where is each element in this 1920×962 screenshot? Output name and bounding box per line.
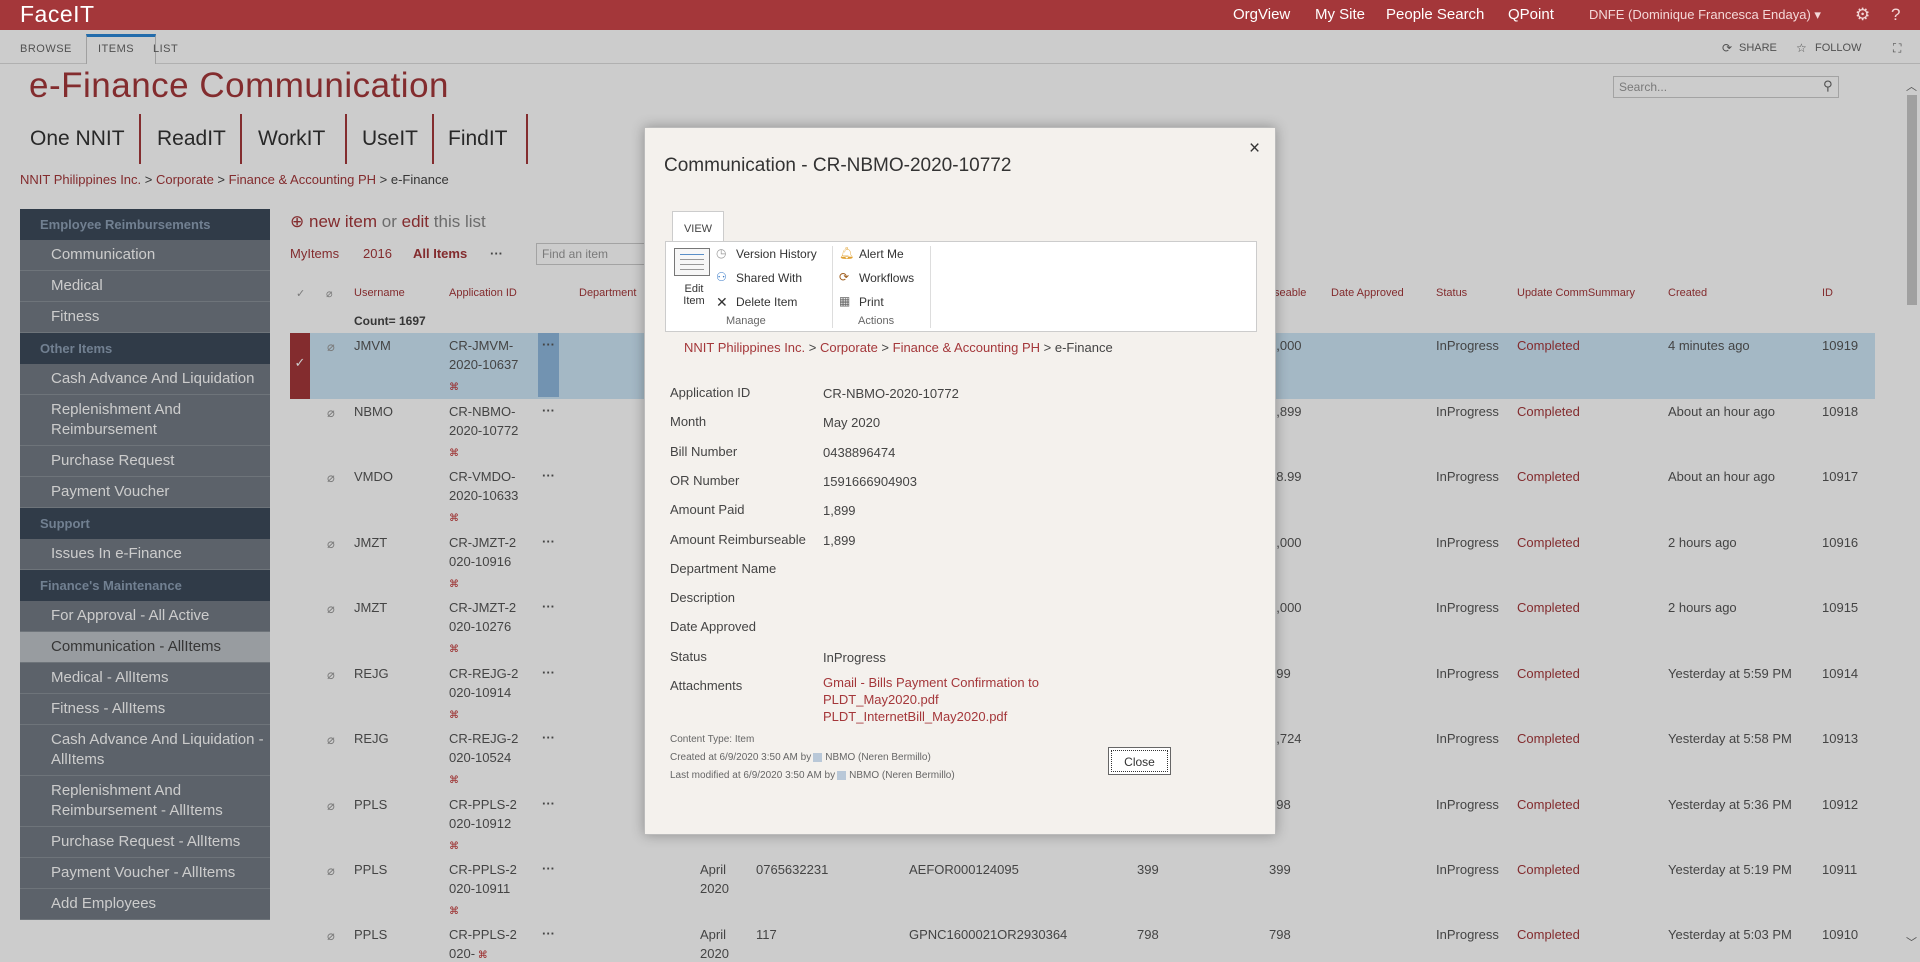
item-dialog: Communication - CR-NBMO-2020-10772 × VIE… xyxy=(644,127,1276,835)
user-menu[interactable]: DNFE (Dominique Francesca Endaya) ▾ xyxy=(1589,7,1821,23)
field-value: InProgress xyxy=(823,650,886,665)
workflows-button[interactable]: Workflows xyxy=(859,271,914,285)
field-value: 1,899 xyxy=(823,503,856,518)
delete-icon: ✕ xyxy=(716,294,728,310)
tab-view[interactable]: VIEW xyxy=(672,211,724,242)
shared-with-icon: ⚇ xyxy=(716,270,727,284)
field-label: Application ID xyxy=(670,385,751,400)
brand-logo[interactable]: FaceIT xyxy=(20,1,95,28)
ribbon-separator xyxy=(930,246,931,328)
field-value: CR-NBMO-2020-10772 xyxy=(823,386,959,401)
field-label: Status xyxy=(670,649,707,664)
edit-item-icon[interactable] xyxy=(674,248,710,276)
help-icon[interactable]: ? xyxy=(1891,5,1900,25)
attachment-link[interactable]: Gmail - Bills Payment Confirmation to PL… xyxy=(823,674,1083,708)
field-label: Amount Reimburseable xyxy=(670,532,806,547)
alert-me-button[interactable]: Alert Me xyxy=(859,247,904,261)
breadcrumb-link[interactable]: NNIT Philippines Inc. xyxy=(684,340,805,355)
user-presence-icon xyxy=(837,770,847,780)
modified-info: Last modified at 6/9/2020 3:50 AM by NBMO… xyxy=(670,770,955,781)
alert-bell-icon: 🔔︎ xyxy=(839,246,855,260)
qpoint-link[interactable]: QPoint xyxy=(1508,6,1554,23)
user-presence-icon xyxy=(813,752,823,762)
version-history-button[interactable]: Version History xyxy=(736,247,817,261)
field-label: Amount Paid xyxy=(670,502,745,517)
field-label: Description xyxy=(670,590,736,605)
created-by-user[interactable]: NBMO (Neren Bermillo) xyxy=(825,752,931,763)
field-label: Date Approved xyxy=(670,619,757,634)
created-info: Created at 6/9/2020 3:50 AM by NBMO (Nere… xyxy=(670,752,931,763)
actions-group-label: Actions xyxy=(858,315,895,327)
my-site-link[interactable]: My Site xyxy=(1315,6,1365,23)
breadcrumb-link[interactable]: Finance & Accounting PH xyxy=(893,340,1040,355)
print-button[interactable]: Print xyxy=(859,295,884,309)
field-value: 1,899 xyxy=(823,533,856,548)
dialog-title: Communication - CR-NBMO-2020-10772 xyxy=(664,155,1012,176)
breadcrumb-link[interactable]: Corporate xyxy=(820,340,878,355)
shared-with-button[interactable]: Shared With xyxy=(736,271,802,285)
field-value: 1591666904903 xyxy=(823,474,917,489)
field-value: May 2020 xyxy=(823,415,881,430)
field-label: Month xyxy=(670,414,707,429)
people-search-link[interactable]: People Search xyxy=(1386,6,1484,23)
field-label: Department Name xyxy=(670,561,777,576)
workflows-icon: ⟳ xyxy=(839,270,850,284)
dialog-close-icon[interactable]: × xyxy=(1249,138,1260,160)
modified-by-user[interactable]: NBMO (Neren Bermillo) xyxy=(849,770,955,781)
field-label: Attachments xyxy=(670,678,743,693)
field-label: Bill Number xyxy=(670,444,738,459)
created-at-label: Created at 6/9/2020 3:50 AM by xyxy=(670,752,812,763)
version-history-icon: ◷ xyxy=(716,246,727,260)
field-label: OR Number xyxy=(670,473,740,488)
attachment-link[interactable]: PLDT_InternetBill_May2020.pdf xyxy=(823,708,1083,725)
orgview-link[interactable]: OrgView xyxy=(1233,6,1290,23)
content-type-label: Content Type: Item xyxy=(670,734,755,745)
settings-gear-icon[interactable]: ⚙ xyxy=(1855,5,1870,25)
modified-at-label: Last modified at 6/9/2020 3:50 AM by xyxy=(670,770,836,781)
suite-bar: FaceIT OrgView My Site People Search QPo… xyxy=(0,0,1920,30)
edit-item-button[interactable]: Edit Item xyxy=(676,283,712,307)
dialog-ribbon: Edit Item ◷ Version History ⚇ Shared Wit… xyxy=(665,241,1257,332)
print-icon: ▦ xyxy=(839,294,851,308)
dialog-breadcrumb: NNIT Philippines Inc. > Corporate > Fina… xyxy=(684,340,1113,355)
field-value: 0438896474 xyxy=(823,445,896,460)
breadcrumb-current: e-Finance xyxy=(1054,340,1113,355)
delete-item-button[interactable]: Delete Item xyxy=(736,295,797,309)
close-button[interactable]: Close xyxy=(1108,747,1171,775)
ribbon-separator xyxy=(832,246,833,328)
manage-group-label: Manage xyxy=(726,315,766,327)
